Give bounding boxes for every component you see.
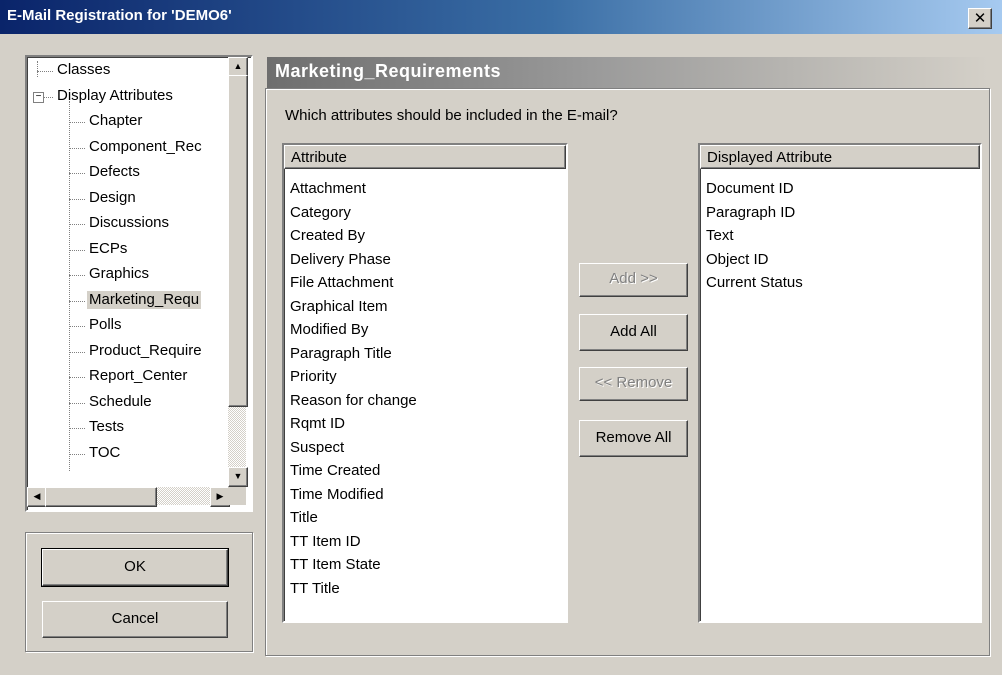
displayed-attribute-list-item[interactable]: Document ID [706,177,794,201]
tree-connector [69,377,85,378]
tree-connector [69,428,85,429]
attribute-list-item[interactable]: Graphical Item [290,295,388,319]
tree-view[interactable]: Classes Display Attributes − Chapter Compone… [25,55,253,512]
close-icon: ✕ [973,9,987,27]
tree-item-discussions[interactable]: Discussions [89,214,169,232]
tree-item-polls[interactable]: Polls [89,316,122,334]
tree-connector [69,122,85,123]
displayed-attribute-list-item[interactable]: Object ID [706,248,769,272]
attribute-list-item[interactable]: Created By [290,224,365,248]
tree-horizontal-scroll-thumb[interactable] [45,487,157,507]
tree-item-toc[interactable]: TOC [89,444,120,462]
tree-content: Classes Display Attributes − Chapter Compone… [27,57,226,485]
prompt-text: Which attributes should be included in t… [285,107,618,124]
collapse-icon[interactable]: − [33,91,44,103]
tree-item-design[interactable]: Design [89,189,136,207]
displayed-attribute-list[interactable]: Displayed Attribute Document ID Paragraph… [698,143,982,623]
tree-item-report-center[interactable]: Report_Center [89,367,187,385]
attribute-list-item[interactable]: Modified By [290,318,368,342]
tree-connector [37,71,53,72]
tree-connector [69,326,85,327]
tree-item-tests[interactable]: Tests [89,418,124,436]
remove-button[interactable]: << Remove [579,367,688,401]
tree-vertical-scroll-thumb[interactable] [228,75,248,407]
tree-connector [69,147,85,149]
attribute-list-item[interactable]: File Attachment [290,271,393,295]
attribute-list-item[interactable]: Category [290,201,351,225]
cancel-button[interactable]: Cancel [42,601,228,638]
tree-item-graphics[interactable]: Graphics [89,265,149,283]
scroll-down-icon: ▼ [233,471,243,481]
tree-connector [69,453,85,455]
remove-all-button[interactable]: Remove All [579,420,688,457]
close-button[interactable]: ✕ [968,8,992,29]
displayed-attribute-list-header[interactable]: Displayed Attribute [700,145,980,169]
tree-connector [69,402,85,404]
panel-title: Marketing_Requirements [267,57,989,88]
attribute-list-item[interactable]: TT Item ID [290,530,361,554]
attribute-list-item[interactable]: TT Title [290,577,340,601]
attribute-list[interactable]: Attribute Attachment Category Created By De… [282,143,568,623]
attribute-list-item[interactable]: Time Created [290,459,380,483]
tree-item-display-attributes[interactable]: Display Attributes [57,87,173,105]
attribute-list-items: Attachment Category Created By Delivery Pha… [284,177,566,621]
tree-scroll-right-button[interactable]: ▶ [210,487,230,507]
attribute-list-item[interactable]: Attachment [290,177,366,201]
tree-connector [69,173,85,174]
tree-connector [69,275,85,276]
tree-item-ecps[interactable]: ECPs [89,240,127,258]
attribute-list-item[interactable]: Title [290,506,318,530]
scroll-up-icon: ▲ [233,61,243,71]
attribute-list-item[interactable]: Reason for change [290,389,417,413]
add-button[interactable]: Add >> [579,263,688,297]
attribute-list-item[interactable]: Suspect [290,436,344,460]
tree-scroll-down-button[interactable]: ▼ [228,467,248,487]
displayed-attribute-list-items: Document ID Paragraph ID Text Object ID Curr… [700,177,980,621]
attribute-list-item[interactable]: TT Item State [290,553,381,577]
tree-item-defects[interactable]: Defects [89,163,140,181]
tree-scroll-left-button[interactable]: ◀ [27,487,47,507]
tree-connector [69,351,85,353]
attribute-list-item[interactable]: Delivery Phase [290,248,391,272]
add-all-button[interactable]: Add All [579,314,688,351]
tree-item-schedule[interactable]: Schedule [89,393,152,411]
window-title: E-Mail Registration for 'DEMO6' [7,7,232,24]
attribute-list-item[interactable]: Priority [290,365,337,389]
scroll-corner [228,487,246,505]
attribute-list-item[interactable]: Time Modified [290,483,384,507]
tree-connector [69,198,85,200]
displayed-attribute-list-item[interactable]: Paragraph ID [706,201,795,225]
scroll-right-icon: ▶ [216,491,224,501]
displayed-attribute-list-item[interactable]: Current Status [706,271,803,295]
tree-item-component-rec[interactable]: Component_Rec [89,138,202,156]
ok-button[interactable]: OK [41,548,229,587]
displayed-attribute-list-item[interactable]: Text [706,224,734,248]
tree-item-classes[interactable]: Classes [57,61,110,79]
tree-connector [69,249,85,251]
tree-item-chapter[interactable]: Chapter [89,112,142,130]
attribute-list-header[interactable]: Attribute [284,145,566,169]
tree-connector [69,300,85,302]
tree-scroll-up-button[interactable]: ▲ [228,57,248,77]
tree-item-product-require[interactable]: Product_Require [89,342,202,360]
scroll-left-icon: ◀ [33,491,41,501]
attribute-list-item[interactable]: Rqmt ID [290,412,345,436]
tree-item-marketing-requ[interactable]: Marketing_Requ [87,290,202,309]
tree-guide-line [69,101,70,471]
attribute-list-item[interactable]: Paragraph Title [290,342,392,366]
tree-connector [69,224,85,225]
tree-guide-line [37,61,38,77]
